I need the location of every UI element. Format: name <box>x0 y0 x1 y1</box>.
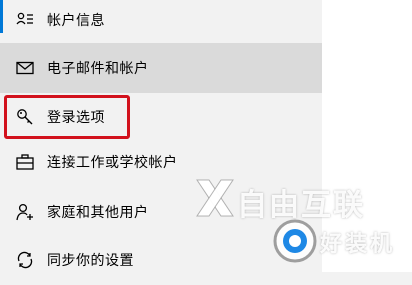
highlight-box <box>4 95 130 139</box>
nav-item-email-accounts[interactable]: 电子邮件和帐户 <box>0 43 322 93</box>
briefcase-icon <box>16 153 34 171</box>
watermark-sub: 好装机 <box>320 232 396 257</box>
nav-item-label: 家庭和其他用户 <box>47 205 149 221</box>
nav-item-label: 同步你的设置 <box>47 253 134 269</box>
nav-item-account-info[interactable]: 帐户信息 <box>0 0 322 45</box>
account-info-icon <box>16 11 34 29</box>
nav-item-sync-settings[interactable]: 同步你的设置 <box>0 235 322 285</box>
selected-indicator <box>0 0 3 33</box>
settings-nav: 帐户信息 电子邮件和帐户 登录选项 连接工作或学校帐户 家庭和其他用户 同步你的… <box>0 0 322 272</box>
mail-icon <box>16 59 34 77</box>
nav-item-label: 连接工作或学校帐户 <box>47 155 178 171</box>
person-add-icon <box>16 203 34 221</box>
sync-icon <box>16 251 34 269</box>
nav-item-label: 电子邮件和帐户 <box>47 61 149 77</box>
watermark-brand: 自由互联 <box>237 188 365 223</box>
nav-item-label: 帐户信息 <box>47 13 105 29</box>
